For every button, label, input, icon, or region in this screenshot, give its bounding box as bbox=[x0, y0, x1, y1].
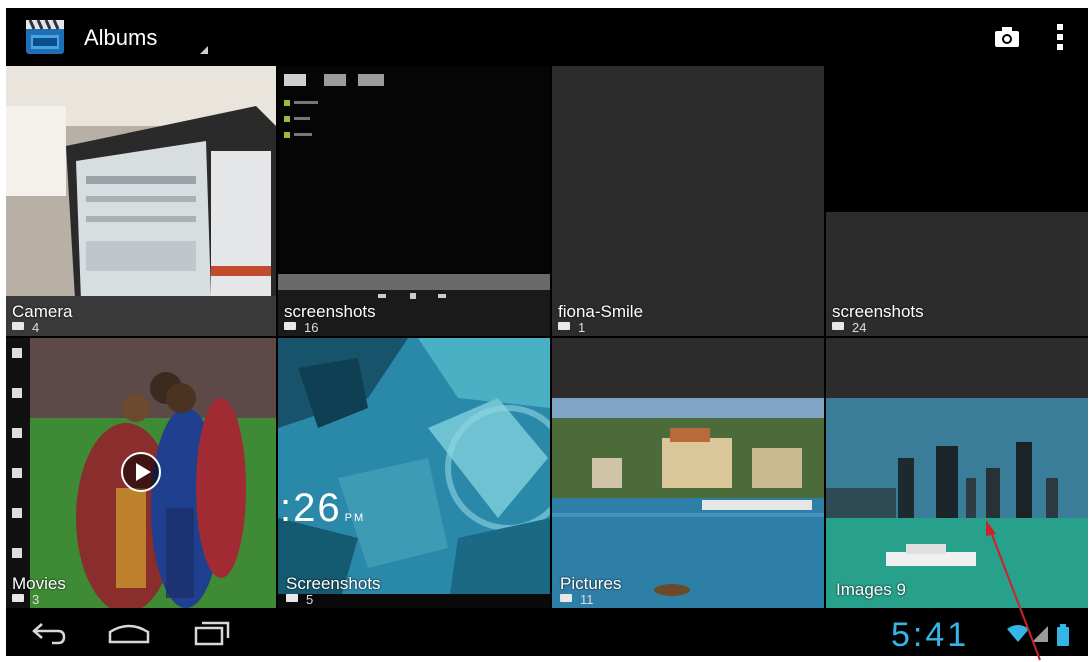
album-count: 1 bbox=[578, 320, 586, 335]
lockscreen-clock: :26 PM bbox=[280, 486, 366, 530]
wifi-icon bbox=[1007, 625, 1029, 642]
gallery-app-icon[interactable] bbox=[24, 18, 66, 56]
album-thumbnail bbox=[278, 66, 550, 336]
folder-icon bbox=[832, 322, 844, 330]
action-bar: Albums bbox=[6, 8, 1088, 66]
home-icon[interactable] bbox=[106, 618, 152, 648]
album-count: 24 bbox=[852, 320, 867, 335]
signal-icon bbox=[1032, 626, 1048, 642]
folder-icon bbox=[558, 322, 570, 330]
battery-icon bbox=[1057, 624, 1069, 646]
album-name: Images 9 bbox=[836, 580, 906, 599]
play-icon[interactable] bbox=[121, 452, 161, 492]
album-count: 11 bbox=[580, 592, 594, 607]
album-thumbnail bbox=[826, 338, 1088, 608]
folder-icon bbox=[12, 594, 24, 602]
album-name: Pictures bbox=[560, 574, 622, 593]
page-title[interactable]: Albums bbox=[84, 25, 157, 51]
album-name: fiona-Smile bbox=[558, 302, 644, 321]
back-icon[interactable] bbox=[28, 618, 68, 648]
album-tile-camera[interactable]: Camera 4 bbox=[6, 66, 276, 336]
gallery-screen: Albums Camera 4 screenshots 16 fiona-Smi… bbox=[6, 8, 1088, 656]
album-name: Camera bbox=[12, 302, 73, 321]
album-thumbnail bbox=[278, 338, 550, 608]
album-count: 3 bbox=[32, 592, 40, 607]
folder-icon bbox=[12, 322, 24, 330]
album-tile-screenshots-3[interactable]: :26 PM Screenshots 5 bbox=[278, 338, 550, 608]
album-name: Movies bbox=[12, 574, 66, 593]
overflow-menu-icon[interactable] bbox=[1056, 22, 1064, 52]
album-count: 16 bbox=[304, 320, 319, 335]
dropdown-caret-icon[interactable] bbox=[200, 46, 208, 54]
album-tile-screenshots[interactable]: screenshots 16 bbox=[278, 66, 550, 336]
folder-icon bbox=[284, 322, 296, 330]
album-tile-images-9[interactable]: Images 9 bbox=[826, 338, 1088, 608]
recent-apps-icon[interactable] bbox=[192, 618, 232, 648]
album-name: Screenshots bbox=[286, 574, 381, 593]
album-count: 5 bbox=[306, 592, 314, 607]
album-tile-screenshots-2[interactable]: screenshots 24 bbox=[826, 66, 1088, 336]
album-name: screenshots bbox=[832, 302, 924, 321]
album-tile-pictures[interactable]: Pictures 11 bbox=[552, 338, 824, 608]
album-thumbnail bbox=[6, 66, 276, 336]
album-tile-movies[interactable]: Movies 3 bbox=[6, 338, 276, 608]
system-nav-bar: 5:41 bbox=[6, 610, 1088, 656]
album-thumbnail bbox=[552, 338, 824, 608]
album-tile-fiona-smile[interactable]: fiona-Smile 1 bbox=[552, 66, 824, 336]
folder-icon bbox=[286, 594, 298, 602]
camera-icon[interactable] bbox=[994, 26, 1020, 48]
folder-icon bbox=[560, 594, 572, 602]
album-count: 4 bbox=[32, 320, 40, 335]
status-clock: 5:41 bbox=[891, 616, 970, 654]
album-name: screenshots bbox=[284, 302, 376, 321]
